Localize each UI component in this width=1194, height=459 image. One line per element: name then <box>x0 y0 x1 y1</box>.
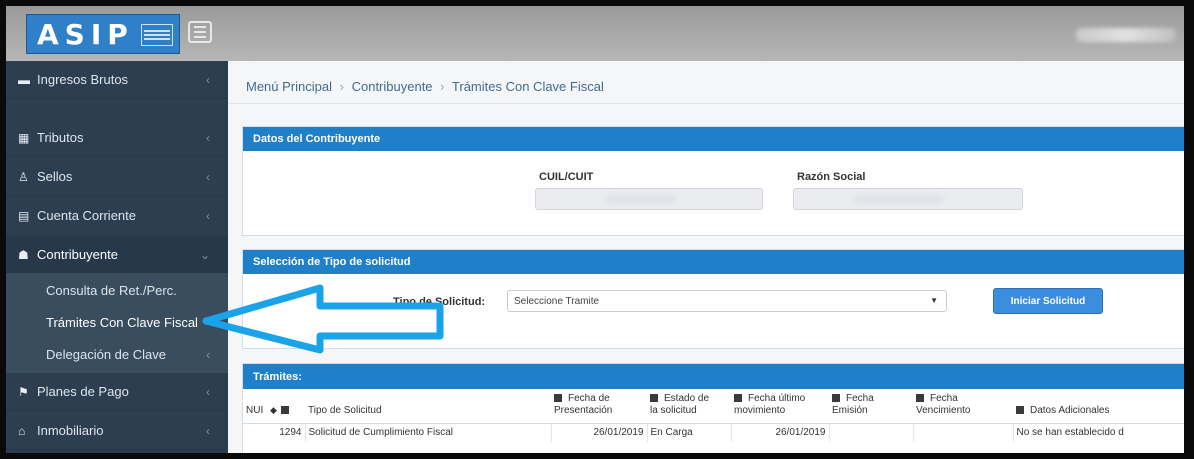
submenu-item-label: Consulta de Ret./Perc. <box>46 283 177 298</box>
column-header-fecha-presentacion[interactable]: Fecha de Presentación <box>551 389 647 424</box>
table-icon: ▦ <box>18 130 30 145</box>
submenu-item-label: Trámites Con Clave Fiscal <box>46 315 198 330</box>
sidebar-item-label: Inmobiliario <box>37 423 104 438</box>
sidebar-item-label: Sellos <box>37 169 73 184</box>
cell-nui: 1294 <box>243 423 306 442</box>
submenu-item-tramites-clave-fiscal[interactable]: Trámites Con Clave Fiscal <box>46 315 198 330</box>
razon-social-field[interactable] <box>793 188 1023 210</box>
home-icon: ⌂ <box>18 423 26 438</box>
asip-logo[interactable]: ASIP <box>26 14 180 54</box>
tramites-table: NUI ◆ Tipo de Solicitud Fecha de Present… <box>243 389 1184 442</box>
panel-title: Trámites: <box>243 364 1184 389</box>
sidebar: ▬ Ingresos Brutos ‹ ▦ Tributos ‹ ♙ Sello… <box>6 61 228 453</box>
razon-social-label: Razón Social <box>797 171 866 183</box>
filter-icon[interactable] <box>916 394 924 403</box>
cell-datos-adicionales: No se han establecido d <box>1013 423 1184 442</box>
column-header-fecha-ultimo[interactable]: Fecha último movimiento <box>731 389 829 424</box>
column-header-estado[interactable]: Estado de la solicitud <box>647 389 731 424</box>
handshake-icon: ⚑ <box>18 384 29 399</box>
hamburger-icon <box>194 26 206 28</box>
top-header: ASIP <box>6 6 1184 61</box>
cell-fecha-emision <box>829 423 914 442</box>
column-header-datos-adicionales[interactable]: Datos Adicionales <box>1013 389 1184 424</box>
user-icon: ☗ <box>18 247 29 262</box>
filter-icon[interactable] <box>734 394 742 403</box>
logo-text: ASIP <box>37 17 134 51</box>
chevron-left-icon: ‹ <box>206 384 210 399</box>
filter-icon[interactable] <box>650 394 658 403</box>
logo-badge-icon <box>141 24 173 46</box>
chevron-left-icon: ‹ <box>206 130 210 145</box>
user-info-blurred[interactable] <box>1076 28 1176 42</box>
sidebar-item-contribuyente[interactable]: ☗ Contribuyente ⌄ <box>6 236 228 274</box>
submenu-item-delegacion-clave[interactable]: Delegación de Clave ‹ <box>46 347 226 362</box>
breadcrumb-divider <box>228 103 1184 104</box>
chevron-down-icon: ⌄ <box>199 247 210 262</box>
cell-estado: En Carga <box>647 423 732 442</box>
sidebar-item-planes-de-pago[interactable]: ⚑ Planes de Pago ‹ <box>6 373 228 411</box>
cell-fecha-vencimiento <box>913 423 1014 442</box>
calculator-icon: ▤ <box>18 208 30 223</box>
sidebar-item-label: Planes de Pago <box>37 384 129 399</box>
iniciar-solicitud-button[interactable]: Iniciar Solicitud <box>993 288 1103 314</box>
table-header-row: NUI ◆ Tipo de Solicitud Fecha de Present… <box>243 389 1184 424</box>
column-header-fecha-vencimiento[interactable]: Fecha Vencimiento <box>913 389 1013 424</box>
chevron-left-icon: ‹ <box>206 72 210 87</box>
breadcrumb-item-tramites[interactable]: Trámites Con Clave Fiscal <box>452 79 604 94</box>
contribuyente-submenu: Consulta de Ret./Perc. Trámites Con Clav… <box>6 273 228 373</box>
main-content: Menú Principal › Contribuyente › Trámite… <box>228 61 1184 453</box>
sidebar-item-inmobiliario[interactable]: ⌂ Inmobiliario ‹ <box>6 412 228 450</box>
sidebar-item-label: Ingresos Brutos <box>37 72 129 87</box>
breadcrumb: Menú Principal › Contribuyente › Trámite… <box>246 79 604 94</box>
chevron-left-icon: ‹ <box>206 208 210 223</box>
sidebar-item-label: Contribuyente <box>37 247 118 262</box>
sidebar-item-ingresos-brutos[interactable]: ▬ Ingresos Brutos ‹ <box>6 61 228 99</box>
filter-icon[interactable] <box>554 394 562 403</box>
submenu-item-consulta-ret-perc[interactable]: Consulta de Ret./Perc. <box>46 283 177 298</box>
tramites-panel: Trámites: NUI ◆ Tipo de Solicitud Fecha … <box>242 363 1184 453</box>
sidebar-item-label: Cuenta Corriente <box>37 208 136 223</box>
panel-title: Selección de Tipo de solicitud <box>243 250 1184 274</box>
chevron-left-icon: ‹ <box>206 423 210 438</box>
sidebar-item-label: Tributos <box>37 130 84 145</box>
breadcrumb-item-contribuyente[interactable]: Contribuyente <box>352 79 433 94</box>
chevron-left-icon: ‹ <box>206 169 210 184</box>
cell-fecha-presentacion: 26/01/2019 <box>551 423 648 442</box>
table-row[interactable]: 1294 Solicitud de Cumplimiento Fiscal 26… <box>243 423 1184 442</box>
column-header-tipo-solicitud[interactable]: Tipo de Solicitud <box>305 389 551 424</box>
filter-icon[interactable] <box>1016 406 1024 415</box>
cuit-label: CUIL/CUIT <box>539 171 594 183</box>
cell-tipo: Solicitud de Cumplimiento Fiscal <box>305 423 552 442</box>
sidebar-item-tributos[interactable]: ▦ Tributos ‹ <box>6 119 228 157</box>
sidebar-item-sellos[interactable]: ♙ Sellos ‹ <box>6 158 228 196</box>
breadcrumb-separator: › <box>339 79 344 94</box>
tipo-solicitud-select[interactable]: Seleccione Tramite ▼ <box>507 290 947 312</box>
datos-contribuyente-panel: Datos del Contribuyente CUIL/CUIT Razón … <box>242 126 1184 236</box>
select-value: Seleccione Tramite <box>514 295 600 307</box>
stamp-icon: ♙ <box>18 169 29 184</box>
cell-fecha-ultimo: 26/01/2019 <box>731 423 830 442</box>
screenshot-frame: ASIP ▬ Ingresos Brutos ‹ ▦ Tributos ‹ ♙ … <box>0 0 1194 459</box>
column-header-nui[interactable]: NUI ◆ <box>243 389 305 424</box>
panel-title: Datos del Contribuyente <box>243 127 1184 151</box>
cuit-field[interactable] <box>535 188 763 210</box>
column-header-fecha-emision[interactable]: Fecha Emisión <box>829 389 913 424</box>
caret-down-icon: ▼ <box>930 296 938 305</box>
submenu-item-label: Delegación de Clave <box>46 347 166 362</box>
sidebar-item-cuenta-corriente[interactable]: ▤ Cuenta Corriente ‹ <box>6 197 228 235</box>
filter-icon[interactable] <box>832 394 840 403</box>
sort-icon[interactable]: ◆ <box>270 405 277 415</box>
annotation-arrow-icon <box>202 284 444 354</box>
breadcrumb-item-menu-principal[interactable]: Menú Principal <box>246 79 332 94</box>
menu-toggle-button[interactable] <box>188 21 212 43</box>
folder-icon: ▬ <box>18 72 30 87</box>
filter-icon[interactable] <box>280 406 289 415</box>
breadcrumb-separator: › <box>440 79 445 94</box>
